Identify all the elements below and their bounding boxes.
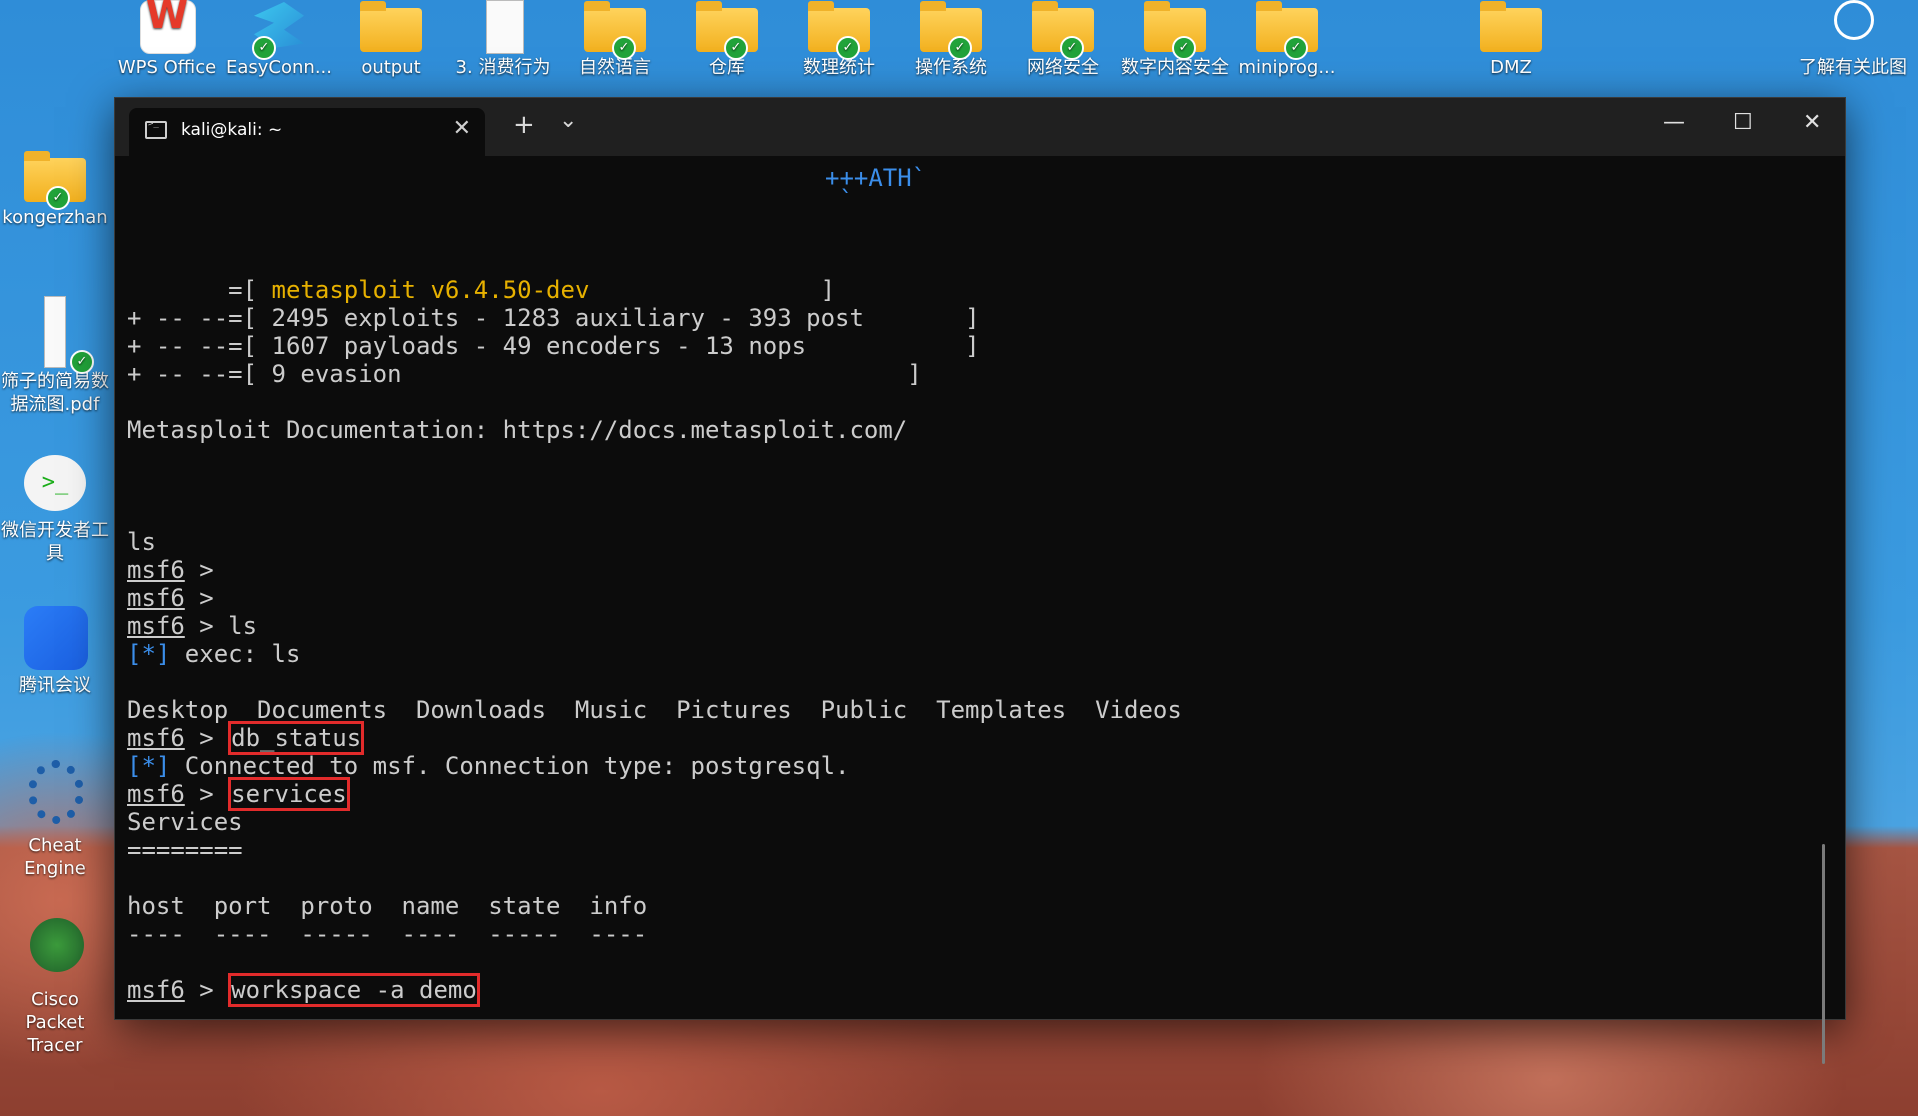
banner-evasion-line: + -- --=[ 9 evasion ]: [127, 360, 922, 388]
desktop-icon-os[interactable]: ✓ 操作系统: [891, 0, 1011, 79]
sync-check-icon: ✓: [1284, 36, 1308, 60]
desktop-icon-cheat-engine[interactable]: Cheat Engine: [0, 760, 115, 880]
desktop-icon-kongerzhan[interactable]: ✓ kongerzhan: [0, 150, 115, 229]
docs-line: Metasploit Documentation: https://docs.m…: [127, 416, 908, 444]
tencent-meeting-icon: [24, 606, 88, 670]
services-title: Services: [127, 808, 243, 836]
desktop-icon-output[interactable]: output: [331, 0, 451, 79]
sync-check-icon: ✓: [948, 36, 972, 60]
sync-check-icon: ✓: [46, 186, 70, 210]
sync-check-icon: ✓: [1172, 36, 1196, 60]
metasploit-version: metasploit v6.4.50-dev: [271, 276, 590, 304]
sync-check-icon: ✓: [252, 36, 276, 60]
desktop-icon-packet-tracer[interactable]: Cisco Packet Tracer: [0, 914, 115, 1057]
services-table-header: host port proto name state info: [127, 892, 648, 920]
sync-check-icon: ✓: [612, 36, 636, 60]
ls-echo-line: ls: [127, 528, 156, 556]
minimize-button[interactable]: —: [1663, 110, 1685, 135]
banner-payloads-line: + -- --=[ 1607 payloads - 49 encoders - …: [127, 332, 980, 360]
info-icon: [1834, 0, 1874, 40]
maximize-button[interactable]: ☐: [1733, 110, 1753, 135]
tab-close-icon[interactable]: ✕: [453, 116, 471, 141]
title-bar[interactable]: kali@kali: ~ ✕ + ⌄ — ☐ ✕: [115, 98, 1845, 156]
prompt-line: msf6 > services: [127, 777, 350, 811]
desktop-icon-learn-more[interactable]: 了解有关此图: [1788, 0, 1918, 79]
db-status-command: db_status: [228, 721, 365, 755]
prompt-line: msf6 > workspace -a demo: [127, 973, 480, 1007]
services-table-rule: ---- ---- ----- ---- ----- ----: [127, 920, 648, 948]
desktop-icon-miniprog[interactable]: ✓ miniprog...: [1227, 0, 1347, 79]
workspace-command: workspace -a demo: [228, 973, 480, 1007]
desktop-icon-content-security[interactable]: ✓ 数字内容安全: [1115, 0, 1235, 79]
cheat-engine-icon: [28, 760, 84, 824]
tab-title: kali@kali: ~: [181, 120, 283, 140]
ls-output-line: Desktop Documents Downloads Music Pictur…: [127, 696, 1182, 724]
prompt-line: msf6 > ls: [127, 612, 258, 640]
connected-line: [*] Connected to msf. Connection type: p…: [127, 752, 850, 780]
prompt-line: msf6 >: [127, 556, 229, 584]
document-icon: [486, 0, 524, 54]
services-command: services: [228, 777, 350, 811]
prompt-line: msf6 >: [127, 584, 229, 612]
desktop-icon-nlp[interactable]: ✓ 自然语言: [555, 0, 675, 79]
desktop-icon-statistics[interactable]: ✓ 数理统计: [779, 0, 899, 79]
services-underline: ========: [127, 836, 243, 864]
exec-line: [*] exec: ls: [127, 640, 301, 668]
terminal-output[interactable]: +++ATH` ` =[ metasploit v6.4.50-dev ] + …: [127, 164, 1833, 1064]
pdf-icon: [44, 296, 66, 368]
chevron-down-icon[interactable]: ⌄: [559, 108, 577, 133]
tab-kali[interactable]: kali@kali: ~ ✕: [129, 108, 485, 156]
desktop-icon-dmz[interactable]: DMZ: [1451, 0, 1571, 79]
desktop-icon-dataflow-pdf[interactable]: ✓ 筛子的简易数据流图.pdf: [0, 296, 115, 416]
terminal-icon: [145, 119, 167, 139]
desktop-icon-wechat-devtools[interactable]: >_ 微信开发者工具: [0, 455, 115, 565]
sync-check-icon: ✓: [724, 36, 748, 60]
desktop-icon-consumer-behavior[interactable]: 3. 消费行为: [443, 0, 563, 79]
folder-icon: [360, 1, 422, 52]
sync-check-icon: ✓: [70, 350, 94, 374]
banner-version-line: =[ metasploit v6.4.50-dev ]: [228, 276, 836, 304]
prompt-line: msf6 > db_status: [127, 721, 365, 755]
desktop-icon-tencent-meeting[interactable]: 腾讯会议: [0, 606, 115, 697]
folder-icon: [1480, 1, 1542, 52]
wechat-devtools-icon: >_: [24, 455, 86, 511]
new-tab-button[interactable]: +: [513, 110, 535, 140]
terminal-window[interactable]: kali@kali: ~ ✕ + ⌄ — ☐ ✕ +++ATH` ` =[ me…: [114, 97, 1846, 1064]
packet-tracer-icon: [30, 918, 84, 972]
scrollbar[interactable]: [1822, 844, 1825, 1064]
sync-check-icon: ✓: [836, 36, 860, 60]
desktop-icon-easyconnect[interactable]: ✓ EasyConn...: [219, 0, 339, 79]
banner-exploits-line: + -- --=[ 2495 exploits - 1283 auxiliary…: [127, 304, 980, 332]
wps-icon: W: [146, 0, 188, 37]
ascii-art-tick: `: [839, 186, 854, 214]
desktop-icon-wps[interactable]: W WPS Office: [107, 0, 227, 79]
close-button[interactable]: ✕: [1803, 110, 1821, 135]
desktop-icon-network-security[interactable]: ✓ 网络安全: [1003, 0, 1123, 79]
sync-check-icon: ✓: [1060, 36, 1084, 60]
desktop-icon-warehouse[interactable]: ✓ 仓库: [667, 0, 787, 79]
